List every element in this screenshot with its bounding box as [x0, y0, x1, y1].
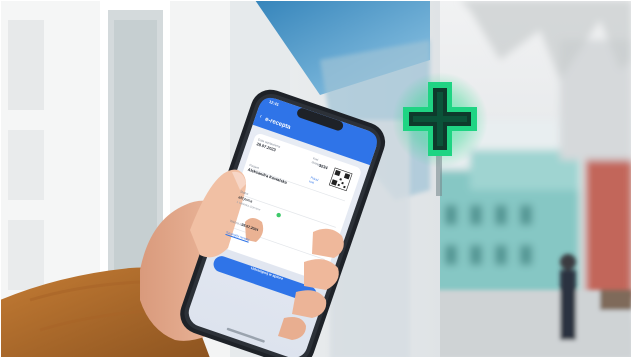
- photo-illustration: [0, 0, 632, 358]
- photo-scene: 12:41 ‹ e-recepta Data wystawienia 28.07…: [0, 0, 632, 358]
- pharmacy-cross-icon: [392, 72, 488, 168]
